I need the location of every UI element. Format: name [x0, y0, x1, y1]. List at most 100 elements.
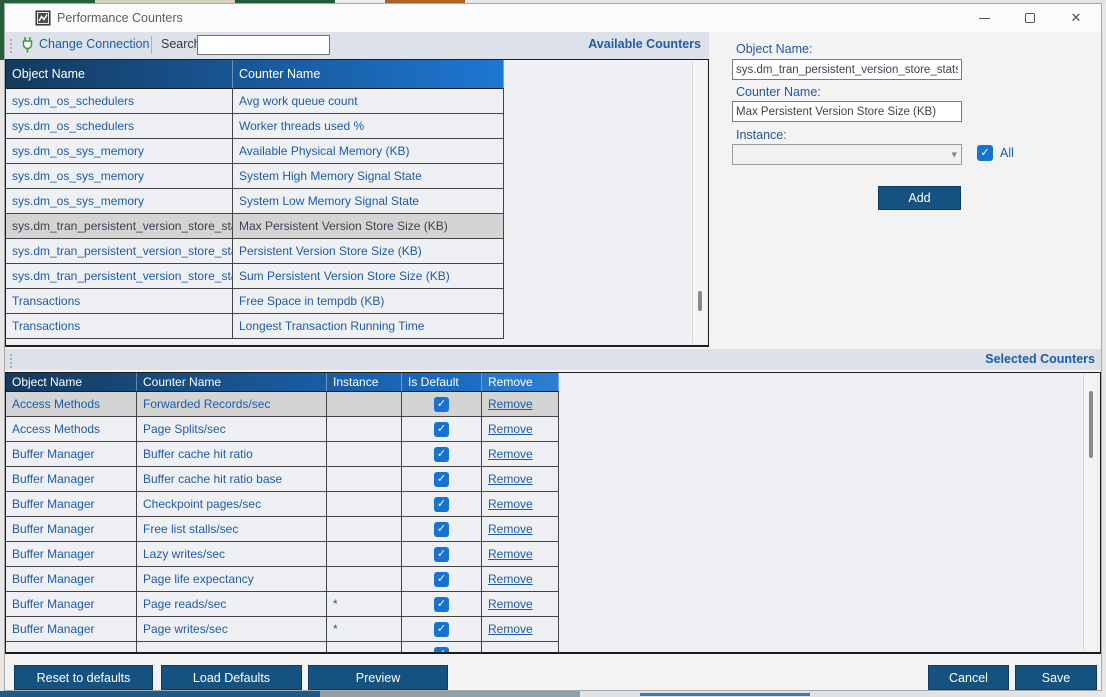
- change-connection-button[interactable]: Change Connection: [39, 37, 150, 51]
- remove-link[interactable]: Remove: [488, 572, 533, 586]
- preview-button[interactable]: Preview: [308, 665, 448, 690]
- available-grid-row[interactable]: sys.dm_os_sys_memorySystem Low Memory Si…: [6, 189, 504, 214]
- all-checkbox[interactable]: ✓: [977, 145, 993, 161]
- cell-instance: *: [327, 617, 402, 641]
- available-grid-row[interactable]: sys.dm_tran_persistent_version_store_sta…: [6, 264, 504, 289]
- load-defaults-button[interactable]: Load Defaults: [161, 665, 302, 690]
- available-grid-row[interactable]: sys.dm_tran_persistent_version_store_sta…: [6, 214, 504, 239]
- available-grid-row[interactable]: TransactionsFree Space in tempdb (KB): [6, 289, 504, 314]
- cell-instance: [327, 567, 402, 591]
- remove-link[interactable]: Remove: [488, 397, 533, 411]
- remove-link[interactable]: Remove: [488, 622, 533, 636]
- background-strip: [640, 693, 810, 696]
- cell-counter-name: Page writes/sec: [137, 617, 327, 641]
- scrollbar-thumb[interactable]: [698, 291, 702, 311]
- cell-instance: [327, 392, 402, 416]
- column-header-counter-name[interactable]: Counter Name: [233, 60, 504, 88]
- cell-counter-name: Worker threads used %: [233, 114, 504, 138]
- is-default-checkbox[interactable]: ✓: [434, 522, 449, 537]
- remove-link[interactable]: Remove: [488, 597, 533, 611]
- cell-object-name: sys.dm_tran_persistent_version_store_sta…: [6, 264, 233, 288]
- selected-grid-scrollbar[interactable]: [1083, 374, 1097, 650]
- save-button[interactable]: Save: [1015, 665, 1097, 690]
- available-grid-row[interactable]: sys.dm_tran_persistent_version_store_sta…: [6, 239, 504, 264]
- selected-grid-row[interactable]: Buffer ManagerFree list stalls/sec✓Remov…: [6, 517, 559, 542]
- available-grid-rows: sys.dm_os_schedulersAvg work queue count…: [6, 89, 708, 339]
- cell-instance: [327, 542, 402, 566]
- cell-remove: Remove: [482, 392, 559, 416]
- available-grid-row[interactable]: sys.dm_os_schedulersAvg work queue count: [6, 89, 504, 114]
- cell-counter-name: Persistent Version Store Size (KB): [233, 239, 504, 263]
- is-default-checkbox[interactable]: ✓: [434, 497, 449, 512]
- selected-grid-row[interactable]: Access MethodsForwarded Records/sec✓Remo…: [6, 392, 559, 417]
- available-grid-scrollbar[interactable]: [692, 61, 706, 343]
- available-grid-row[interactable]: sys.dm_os_schedulersWorker threads used …: [6, 114, 504, 139]
- remove-link[interactable]: Remove: [488, 447, 533, 461]
- available-grid-row[interactable]: sys.dm_os_sys_memorySystem High Memory S…: [6, 164, 504, 189]
- selected-grid-row[interactable]: Buffer ManagerPage reads/sec*✓Remove: [6, 592, 559, 617]
- cell-object-name: Buffer Manager: [6, 542, 137, 566]
- selected-grid-row[interactable]: ✓: [6, 642, 559, 654]
- selected-grid-row[interactable]: Buffer ManagerPage writes/sec*✓Remove: [6, 617, 559, 642]
- cancel-button[interactable]: Cancel: [928, 665, 1009, 690]
- is-default-checkbox[interactable]: ✓: [434, 572, 449, 587]
- cell-object-name: Buffer Manager: [6, 567, 137, 591]
- minimize-button[interactable]: [961, 4, 1007, 32]
- remove-link[interactable]: Remove: [488, 547, 533, 561]
- cell-is-default: ✓: [402, 392, 482, 416]
- column-header-is-default[interactable]: Is Default: [402, 373, 482, 391]
- is-default-checkbox[interactable]: ✓: [434, 397, 449, 412]
- cell-object-name: Transactions: [6, 314, 233, 338]
- cell-remove: Remove: [482, 467, 559, 491]
- all-checkbox-label: All: [1000, 146, 1014, 160]
- cell-is-default: ✓: [402, 442, 482, 466]
- cell-counter-name: Free list stalls/sec: [137, 517, 327, 541]
- object-name-label: Object Name:: [736, 42, 812, 56]
- is-default-checkbox[interactable]: ✓: [434, 597, 449, 612]
- cell-instance: [327, 492, 402, 516]
- available-grid-row[interactable]: TransactionsLongest Transaction Running …: [6, 314, 504, 339]
- is-default-checkbox[interactable]: ✓: [434, 472, 449, 487]
- selected-grid-row[interactable]: Buffer ManagerPage life expectancy✓Remov…: [6, 567, 559, 592]
- selected-grid-row[interactable]: Buffer ManagerCheckpoint pages/sec✓Remov…: [6, 492, 559, 517]
- search-input[interactable]: [197, 35, 330, 55]
- is-default-checkbox[interactable]: ✓: [434, 422, 449, 437]
- column-header-object-name[interactable]: Object Name: [6, 373, 137, 391]
- reset-to-defaults-button[interactable]: Reset to defaults: [14, 665, 153, 690]
- close-button[interactable]: ✕: [1053, 4, 1099, 32]
- is-default-checkbox[interactable]: ✓: [434, 547, 449, 562]
- cell-is-default: ✓: [402, 567, 482, 591]
- cell-is-default: ✓: [402, 542, 482, 566]
- cell-counter-name: Forwarded Records/sec: [137, 392, 327, 416]
- remove-link[interactable]: Remove: [488, 422, 533, 436]
- scrollbar-thumb[interactable]: [1089, 391, 1093, 458]
- is-default-checkbox[interactable]: ✓: [434, 622, 449, 637]
- cell-remove: Remove: [482, 567, 559, 591]
- cell-remove: Remove: [482, 617, 559, 641]
- object-name-field[interactable]: [732, 59, 962, 80]
- selected-grid-row[interactable]: Access MethodsPage Splits/sec✓Remove: [6, 417, 559, 442]
- cell-remove: Remove: [482, 542, 559, 566]
- column-header-object-name[interactable]: Object Name: [6, 60, 233, 88]
- remove-link[interactable]: Remove: [488, 472, 533, 486]
- plug-icon: [19, 36, 36, 54]
- cell-object-name: sys.dm_os_schedulers: [6, 89, 233, 113]
- instance-dropdown[interactable]: ▾: [732, 144, 962, 165]
- counter-name-field[interactable]: [732, 101, 962, 122]
- column-header-remove[interactable]: Remove: [482, 373, 559, 391]
- selected-grid-row[interactable]: Buffer ManagerBuffer cache hit ratio✓Rem…: [6, 442, 559, 467]
- column-header-instance[interactable]: Instance: [327, 373, 402, 391]
- column-header-counter-name[interactable]: Counter Name: [137, 373, 327, 391]
- selected-grid-row[interactable]: Buffer ManagerBuffer cache hit ratio bas…: [6, 467, 559, 492]
- maximize-button[interactable]: [1007, 4, 1053, 32]
- selected-grid-row[interactable]: Buffer ManagerLazy writes/sec✓Remove: [6, 542, 559, 567]
- cell-object-name: [6, 642, 137, 654]
- available-grid-header: Object Name Counter Name: [6, 60, 504, 89]
- is-default-checkbox[interactable]: ✓: [434, 447, 449, 462]
- cell-is-default: ✓: [402, 492, 482, 516]
- add-button[interactable]: Add: [878, 186, 961, 210]
- is-default-checkbox[interactable]: ✓: [434, 647, 449, 655]
- remove-link[interactable]: Remove: [488, 522, 533, 536]
- remove-link[interactable]: Remove: [488, 497, 533, 511]
- available-grid-row[interactable]: sys.dm_os_sys_memoryAvailable Physical M…: [6, 139, 504, 164]
